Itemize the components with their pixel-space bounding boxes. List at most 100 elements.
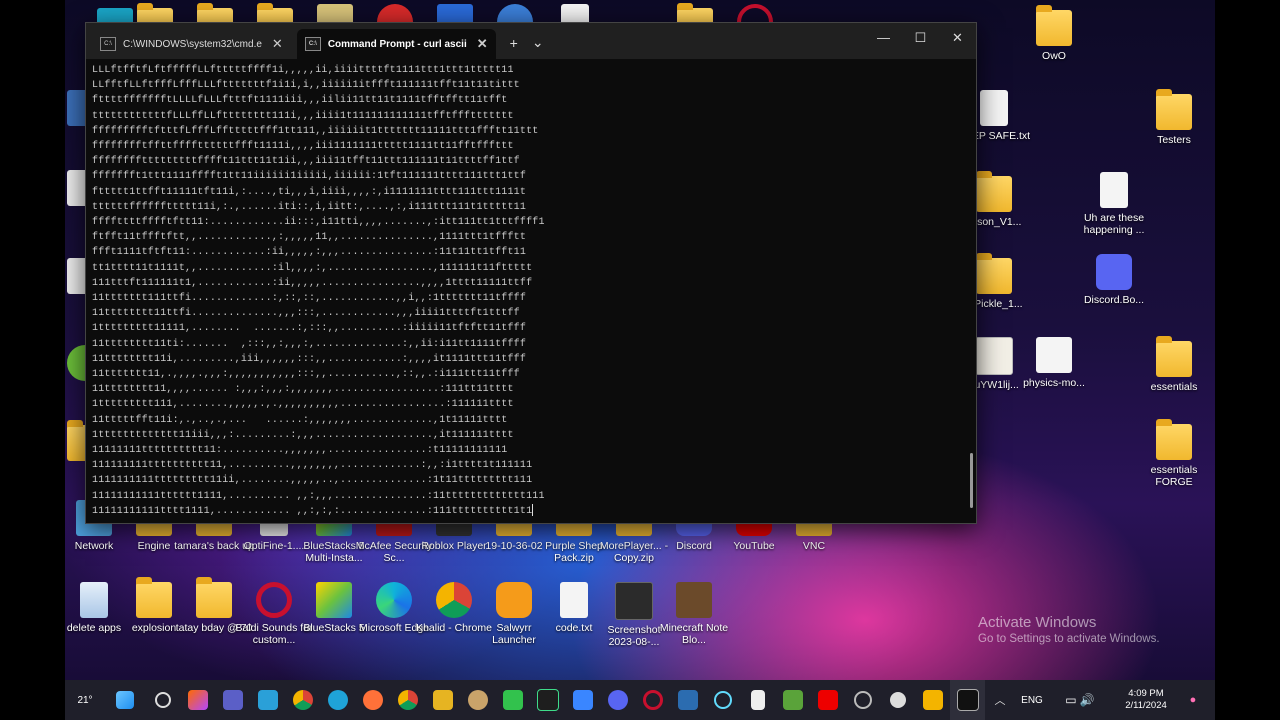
tab-cmd[interactable]: C:\ C:\WINDOWS\system32\cmd.e ✕ xyxy=(92,29,291,59)
image-icon xyxy=(615,582,653,620)
weather-temp: 21° xyxy=(77,694,93,706)
tray-overflow-button[interactable]: ︿ xyxy=(985,680,1015,720)
app-icon xyxy=(502,690,523,710)
date: 2/11/2024 xyxy=(1125,700,1167,711)
folder-icon xyxy=(196,577,232,618)
file-icon xyxy=(560,582,588,618)
taskbar-app[interactable] xyxy=(880,680,915,720)
close-tab-icon[interactable]: ✕ xyxy=(272,36,283,52)
minecraft-icon xyxy=(782,690,803,710)
zip-folder-icon xyxy=(976,253,1012,294)
taskbar-app[interactable] xyxy=(705,680,740,720)
taskbar-app[interactable] xyxy=(215,680,250,720)
tab-curl-ascii[interactable]: C:\ Command Prompt - curl ascii ✕ xyxy=(296,29,496,59)
chrome-icon xyxy=(292,690,313,710)
maximize-button[interactable]: ☐ xyxy=(902,23,939,53)
search-icon xyxy=(154,692,171,708)
time: 4:09 PM xyxy=(1128,688,1164,699)
windows-logo-icon xyxy=(116,691,134,709)
desktop-icon-discord-bot[interactable]: Discord.Bo... xyxy=(1074,254,1154,306)
terminal-text: LLLftfftfLftfffffLLftttttffff1i,,,,,ii,i… xyxy=(92,65,545,517)
firefox-icon xyxy=(362,690,383,710)
desktop-icon-uh-are-these[interactable]: Uh are these happening ... xyxy=(1074,172,1154,236)
cmd-icon: C:\ xyxy=(100,37,116,51)
teams-icon xyxy=(222,690,243,710)
weather-widget[interactable]: 21° xyxy=(65,680,105,720)
taskbar-app[interactable] xyxy=(915,680,950,720)
desktop-icon-physics-mod[interactable]: physics-mo... xyxy=(1014,337,1094,389)
activate-windows-watermark: Activate Windows Go to Settings to activ… xyxy=(978,614,1160,645)
chrome-canary-icon xyxy=(922,690,943,710)
taskbar-app[interactable] xyxy=(670,680,705,720)
copilot-icon xyxy=(187,690,208,710)
taskbar-app[interactable] xyxy=(390,680,425,720)
taskbar-app[interactable] xyxy=(530,680,565,720)
terminal-window[interactable]: C:\ C:\WINDOWS\system32\cmd.e ✕ C:\ Comm… xyxy=(85,22,977,524)
desktop-icon-owo[interactable]: OwO xyxy=(1014,5,1094,62)
chrome-icon xyxy=(436,582,472,618)
scrollbar[interactable] xyxy=(970,453,973,508)
folder-icon xyxy=(1036,5,1072,46)
minimize-button[interactable]: — xyxy=(865,23,902,53)
new-tab-button[interactable]: + xyxy=(510,35,518,51)
f-app-icon xyxy=(572,690,593,710)
desktop-icon-testers[interactable]: Testers xyxy=(1134,89,1214,146)
settings-app-icon xyxy=(677,690,698,710)
java-icon xyxy=(1036,337,1072,373)
discord-icon xyxy=(607,690,628,710)
notification-button[interactable]: ● xyxy=(1181,680,1205,720)
bell-icon: ● xyxy=(1189,694,1197,706)
desktop-icon-minecraft-note[interactable]: Minecraft Note Blo... xyxy=(654,582,734,646)
close-button[interactable]: ✕ xyxy=(939,23,976,53)
close-tab-icon[interactable]: ✕ xyxy=(477,36,488,52)
start-button[interactable] xyxy=(105,680,145,720)
desktop-icon-essentials[interactable]: essentials xyxy=(1134,336,1214,393)
language-indicator[interactable]: ENG xyxy=(1015,680,1049,720)
taskbar-app[interactable] xyxy=(565,680,600,720)
chevron-up-icon: ︿ xyxy=(994,695,1006,707)
taskbar-app[interactable] xyxy=(845,680,880,720)
salwyrr-icon xyxy=(496,582,532,618)
taskbar-app[interactable] xyxy=(740,680,775,720)
terminal-output[interactable]: LLLftfftfLftfffffLLftttttffff1i,,,,,ii,i… xyxy=(92,63,956,519)
folder-icon xyxy=(136,577,172,618)
bluestacks-icon xyxy=(316,582,352,618)
network-volume-indicators[interactable]: ▭ 🔊 xyxy=(1049,680,1111,720)
taskbar-app[interactable] xyxy=(460,680,495,720)
folder-icon xyxy=(1156,336,1192,377)
taskbar-app[interactable] xyxy=(285,680,320,720)
opera-icon xyxy=(642,690,663,710)
taskbar-app[interactable] xyxy=(425,680,460,720)
certificate-icon xyxy=(975,337,1013,375)
taskbar-app[interactable] xyxy=(775,680,810,720)
file-icon xyxy=(980,90,1008,126)
network-volume-icon: ▭ 🔊 xyxy=(1065,693,1095,707)
taskbar-app[interactable] xyxy=(495,680,530,720)
edge-icon xyxy=(327,690,348,710)
youtube-icon xyxy=(817,690,838,710)
taskbar-app[interactable] xyxy=(180,680,215,720)
cmd-icon: C:\ xyxy=(304,37,321,51)
text-cursor xyxy=(532,504,534,517)
taskbar-app[interactable] xyxy=(635,680,670,720)
file-icon xyxy=(1100,172,1128,208)
taskbar-app-terminal[interactable] xyxy=(950,680,985,720)
taskbar-app[interactable] xyxy=(250,680,285,720)
opera-icon xyxy=(256,582,292,618)
taskbar-app[interactable] xyxy=(355,680,390,720)
taskbar-app[interactable] xyxy=(320,680,355,720)
taskbar: 21° ︿ ENG ▭ 🔊 4:09 PM 2/11/2024 ● xyxy=(65,680,1215,720)
obs-icon xyxy=(853,691,872,709)
clock[interactable]: 4:09 PM 2/11/2024 xyxy=(1111,680,1181,720)
folder-icon xyxy=(1156,89,1192,130)
zip-folder-icon xyxy=(976,171,1012,212)
title-bar[interactable]: C:\ C:\WINDOWS\system32\cmd.e ✕ C:\ Comm… xyxy=(86,23,976,59)
minecraft-icon xyxy=(676,582,712,618)
taskbar-app[interactable] xyxy=(600,680,635,720)
file-explorer-icon xyxy=(432,690,453,710)
tab-dropdown-button[interactable]: ⌄ xyxy=(532,34,544,51)
search-button[interactable] xyxy=(145,680,180,720)
taskbar-app[interactable] xyxy=(810,680,845,720)
discord-icon xyxy=(1096,254,1132,290)
desktop-icon-essentials-forge[interactable]: essentials FORGE xyxy=(1134,419,1214,488)
